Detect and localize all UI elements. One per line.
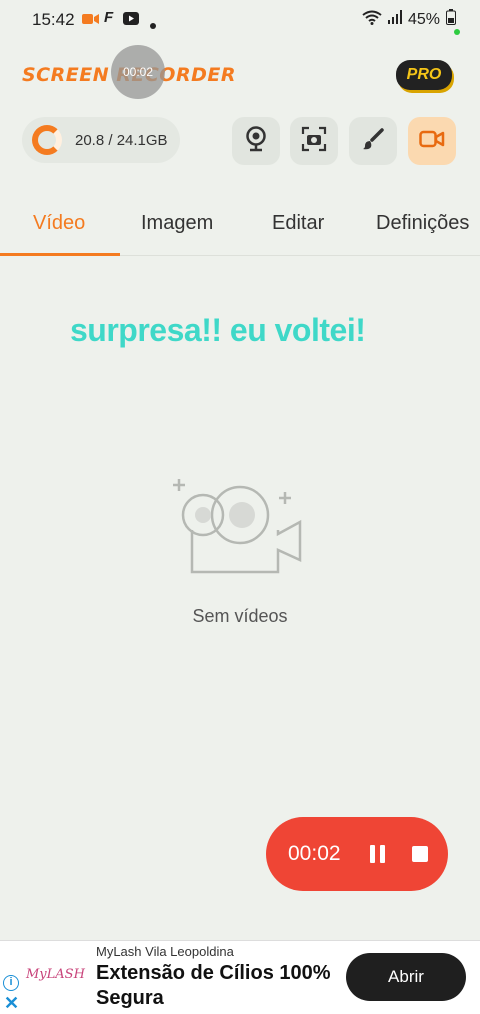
ad-open-button[interactable]: Abrir — [346, 953, 466, 1001]
pause-button[interactable] — [363, 839, 393, 869]
recording-timer: 00:02 — [288, 842, 341, 865]
screenshot-button[interactable] — [290, 117, 338, 165]
storage-ring-icon — [32, 125, 62, 155]
wifi-icon — [362, 10, 382, 30]
pro-button[interactable]: PRO — [396, 60, 452, 90]
ad-close-icon[interactable]: ✕ — [4, 993, 19, 1014]
youtube-icon — [123, 12, 139, 30]
tab-image[interactable]: Imagem — [141, 212, 213, 235]
overlay-text: surpresa!! eu voltei! — [70, 312, 366, 348]
screenshot-icon — [301, 126, 327, 157]
video-record-icon — [419, 129, 445, 154]
tab-bar: Vídeo Imagem Editar Definições — [0, 196, 480, 256]
tab-video[interactable]: Vídeo — [33, 212, 85, 235]
tab-settings[interactable]: Definições — [376, 212, 469, 235]
stop-icon — [411, 846, 428, 862]
status-right: 45% — [362, 9, 456, 30]
brush-button[interactable] — [349, 117, 397, 165]
video-record-button[interactable] — [408, 117, 456, 165]
ad-logo: MyLASH — [26, 967, 85, 982]
brush-icon — [361, 127, 385, 156]
tab-indicator — [0, 253, 120, 256]
ad-advertiser: MyLash Vila Leopoldina — [96, 944, 234, 959]
charging-dot-icon — [454, 22, 460, 40]
signal-icon — [387, 10, 402, 29]
dot-icon — [150, 16, 156, 34]
storage-text: 20.8 / 24.1GB — [75, 131, 168, 149]
status-bar: 15:42 F 45% — [0, 0, 480, 38]
webcam-button[interactable] — [232, 117, 280, 165]
stop-button[interactable] — [405, 839, 435, 869]
battery-text: 45% — [407, 10, 440, 28]
record-icon — [82, 12, 100, 31]
pause-icon — [370, 845, 376, 863]
f-icon: F — [104, 9, 114, 26]
empty-video-icon — [170, 478, 310, 583]
status-time: 15:42 — [32, 10, 75, 29]
floating-recorder-bubble[interactable]: 00:02 — [111, 45, 165, 99]
ad-headline: Extensão de Cílios 100% Segura — [96, 962, 331, 1009]
ad-info-icon[interactable]: i — [3, 975, 19, 991]
tab-edit[interactable]: Editar — [272, 212, 324, 235]
webcam-icon — [244, 125, 268, 157]
empty-state-label: Sem vídeos — [192, 606, 288, 626]
recording-control: 00:02 — [266, 817, 448, 891]
storage-indicator[interactable]: 20.8 / 24.1GB — [22, 117, 180, 163]
